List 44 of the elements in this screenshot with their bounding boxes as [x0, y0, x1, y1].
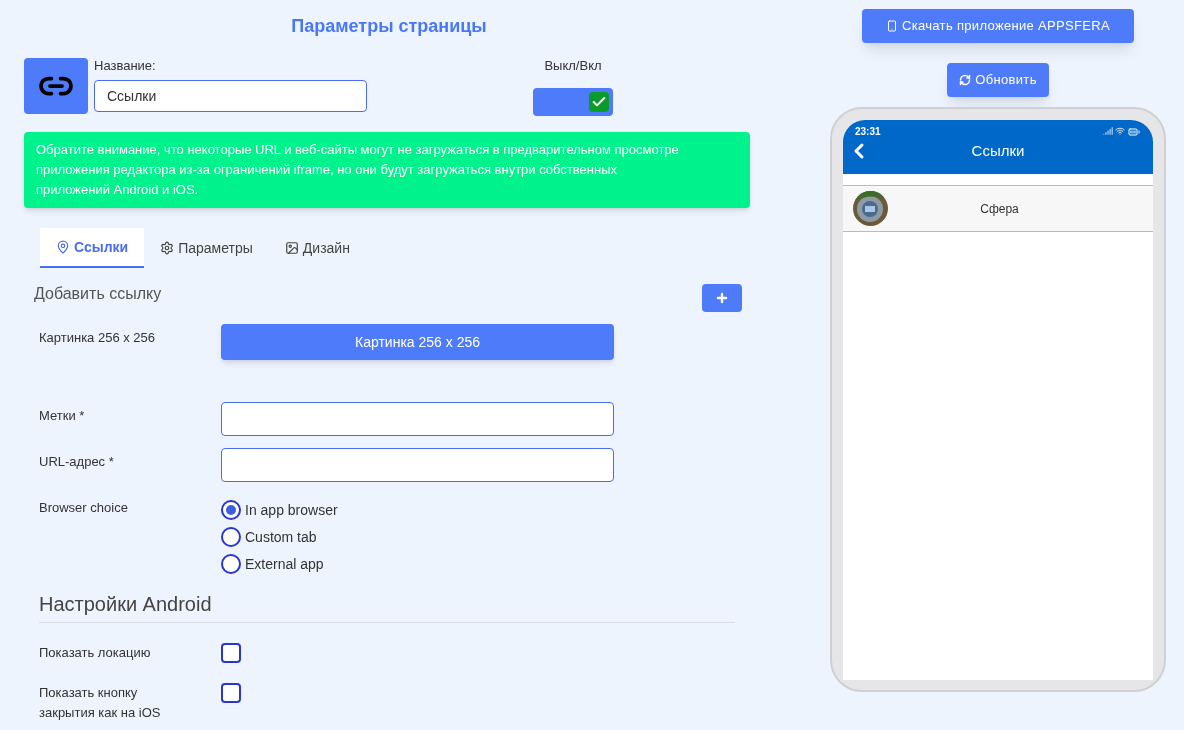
- pin-icon: [56, 239, 70, 254]
- name-field[interactable]: Ссылки: [94, 79, 367, 112]
- refresh-button[interactable]: Обновить: [947, 63, 1049, 97]
- field-label: Метки *: [39, 406, 86, 425]
- download-button[interactable]: Скачать приложение APPSFERA: [861, 9, 1135, 43]
- field-label: Browser choice: [39, 498, 129, 517]
- text-field[interactable]: [221, 447, 614, 482]
- radio-option[interactable]: External app: [221, 553, 338, 574]
- section-heading: Настройки Android: [39, 589, 735, 623]
- image-icon: [284, 240, 299, 255]
- section-title: Добавить ссылку: [34, 283, 162, 304]
- radio-button[interactable]: [221, 526, 241, 547]
- phone-icon: [885, 20, 898, 32]
- item-label: Сфера: [979, 200, 1020, 217]
- image-upload-button[interactable]: Картинка 256 x 256: [221, 323, 614, 360]
- text-field[interactable]: [221, 401, 614, 436]
- toggle-switch[interactable]: [533, 87, 613, 116]
- radio-button[interactable]: [221, 499, 241, 520]
- check-icon: [589, 91, 609, 112]
- field-label: Название:: [94, 57, 157, 75]
- radio-option[interactable]: In app browser: [221, 499, 338, 520]
- field-label: Картинка 256 x 256: [39, 328, 157, 347]
- tab[interactable]: Ссылки: [40, 227, 145, 268]
- tab[interactable]: Дизайн: [268, 227, 366, 268]
- refresh-icon: [959, 74, 972, 86]
- list-item[interactable]: Сфера: [843, 186, 1153, 232]
- radio-button[interactable]: [221, 553, 241, 574]
- checkbox-label: Показать локацию: [39, 643, 152, 662]
- add-button[interactable]: [702, 283, 742, 312]
- plus-icon: [715, 290, 729, 305]
- toggle-label: Выкл/Вкл: [544, 57, 602, 75]
- signal-icon: [1103, 125, 1113, 136]
- screen-title: Ссылки: [970, 140, 1026, 161]
- radio-option[interactable]: Custom tab: [221, 526, 338, 547]
- notice-banner: Обратите внимание, что некоторые URL и веб-сайты могут не загружаться в предварительном просмотре приложения редактора из-за ограничений iframe, но они будут загружаться внутри собственных приложений Android и iOS.: [24, 131, 750, 208]
- wifi-icon: [1115, 125, 1125, 136]
- status-time: 23:31: [855, 125, 881, 139]
- checkbox[interactable]: [221, 682, 241, 703]
- battery-icon: [1127, 125, 1141, 138]
- checkbox[interactable]: [221, 642, 241, 663]
- page-title: Параметры страницы: [290, 15, 488, 38]
- tab[interactable]: Параметры: [144, 227, 269, 268]
- field-label: URL-адрес *: [39, 452, 115, 471]
- checkbox-label: Показать кнопку закрытия как на iOS: [39, 683, 162, 722]
